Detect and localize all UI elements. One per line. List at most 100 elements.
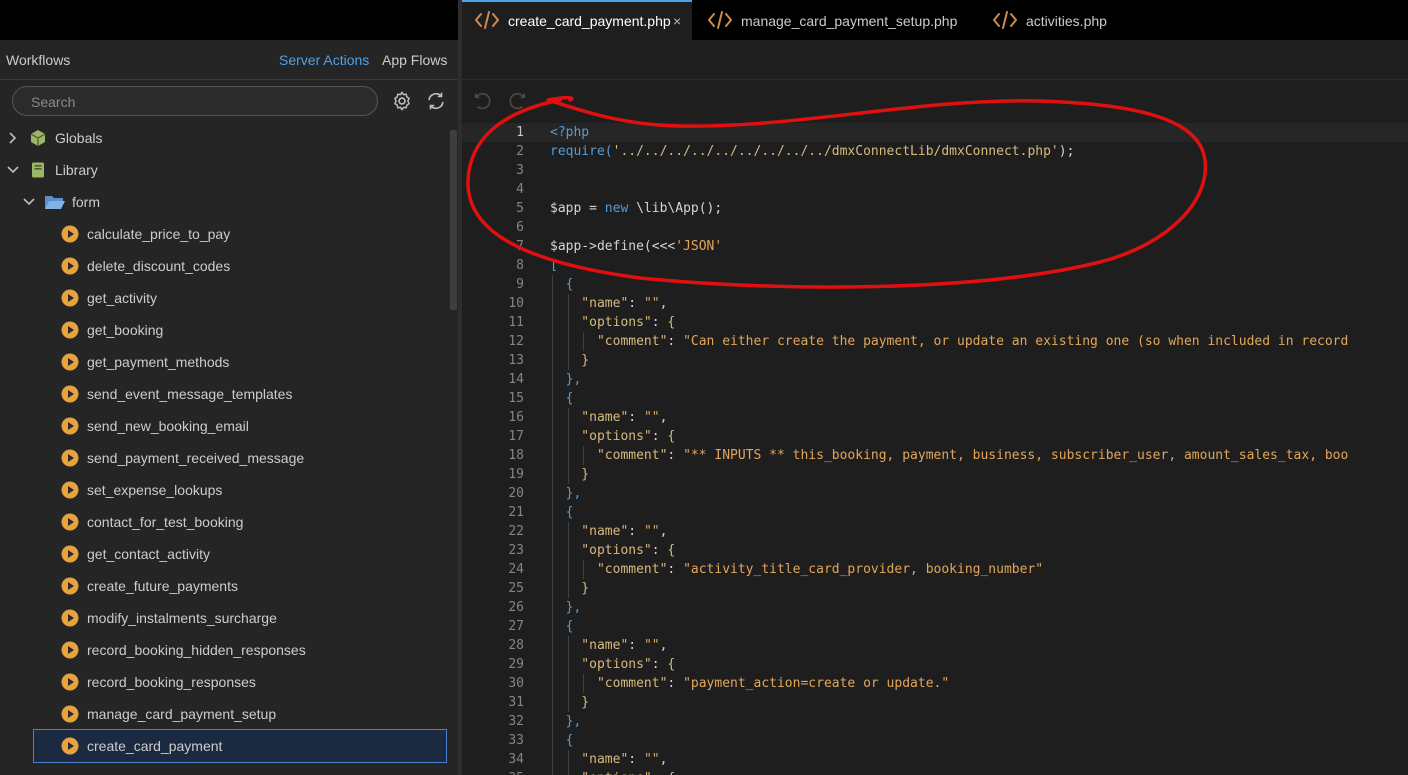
code-line[interactable]: 7 $app->define(<<<'JSON' [462, 237, 1408, 256]
code-line[interactable]: 9 { [462, 275, 1408, 294]
code-line[interactable]: 24 "comment": "activity_title_card_provi… [462, 560, 1408, 579]
tree-item-delete-discount-codes[interactable]: delete_discount_codes [0, 250, 446, 282]
code-token: "name" [550, 638, 629, 653]
tree-item-get-booking[interactable]: get_booking [0, 314, 446, 346]
code-line[interactable]: 6 [462, 218, 1408, 237]
code-token: "" [643, 296, 660, 311]
code-text: [ [550, 258, 558, 273]
code-line[interactable]: 33 { [462, 731, 1408, 750]
code-text: "comment": "payment_action=create or upd… [550, 676, 949, 691]
tree-item-form[interactable]: form [0, 186, 446, 218]
line-number: 6 [516, 220, 524, 235]
tree-item-get-contact-activity[interactable]: get_contact_activity [0, 538, 446, 570]
tree-item-send-event-message-templates[interactable]: send_event_message_templates [0, 378, 446, 410]
code-line[interactable]: 31 } [462, 693, 1408, 712]
code-editor[interactable]: 1 <?php 2 require('../../../../../../../../… [462, 121, 1408, 775]
chevron-down-icon[interactable] [22, 195, 36, 209]
tree-item-record-booking-responses[interactable]: record_booking_responses [0, 666, 446, 698]
code-line[interactable]: 16 "name": "", [462, 408, 1408, 427]
search-input[interactable] [29, 91, 363, 113]
tab-app-flows[interactable]: App Flows [382, 52, 447, 68]
code-line[interactable]: 18 "comment": "** INPUTS ** this_booking… [462, 446, 1408, 465]
code-text: $app = new \lib\App(); [550, 201, 722, 216]
tree-item-get-payment-methods[interactable]: get_payment_methods [0, 346, 446, 378]
tab-activities[interactable]: activities.php [980, 0, 1150, 40]
code-line[interactable]: 27 { [462, 617, 1408, 636]
tree-item-library[interactable]: Library [0, 154, 446, 186]
code-token: } [550, 353, 590, 368]
code-line[interactable]: 3 [462, 161, 1408, 180]
code-line[interactable]: 35 "options": { [462, 769, 1408, 775]
tree-item-label: create_future_payments [87, 578, 238, 594]
tree-scrollbar-thumb[interactable] [450, 130, 457, 310]
code-token: , [659, 410, 668, 425]
tab-label: manage_card_payment_setup.php [741, 13, 958, 29]
tree-item-contact-for-test-booking[interactable]: contact_for_test_booking [0, 506, 446, 538]
code-token: \lib\App(); [628, 201, 723, 216]
tree-item-get-activity[interactable]: get_activity [0, 282, 446, 314]
code-line[interactable]: 23 "options": { [462, 541, 1408, 560]
code-token: { [550, 391, 574, 406]
code-line[interactable]: 10 "name": "", [462, 294, 1408, 313]
code-token: , [659, 524, 668, 539]
code-line[interactable]: 25 } [462, 579, 1408, 598]
code-line[interactable]: 28 "name": "", [462, 636, 1408, 655]
code-line[interactable]: 13 } [462, 351, 1408, 370]
code-line[interactable]: 19 } [462, 465, 1408, 484]
code-token: "name" [550, 410, 629, 425]
code-line[interactable]: 4 [462, 180, 1408, 199]
code-line[interactable]: 20 }, [462, 484, 1408, 503]
tree-item-calculate-price-to-pay[interactable]: calculate_price_to_pay [0, 218, 446, 250]
code-token: }, [550, 486, 582, 501]
undo-icon[interactable] [472, 90, 494, 112]
code-line[interactable]: 11 "options": { [462, 313, 1408, 332]
line-number: 14 [508, 372, 524, 387]
code-line[interactable]: 8[ [462, 256, 1408, 275]
tree-item-globals[interactable]: Globals [0, 122, 446, 154]
line-number: 20 [508, 486, 524, 501]
tree-item-create-card-payment[interactable]: create_card_payment [33, 729, 447, 763]
close-icon[interactable]: × [673, 13, 681, 29]
code-line[interactable]: 32 }, [462, 712, 1408, 731]
code-line[interactable]: 17 "options": { [462, 427, 1408, 446]
tree-item-send-payment-received-message[interactable]: send_payment_received_message [0, 442, 446, 474]
chevron-right-icon[interactable] [6, 131, 20, 145]
tree-item-modify-instalments-surcharge[interactable]: modify_instalments_surcharge [0, 602, 446, 634]
gear-icon[interactable] [391, 90, 413, 112]
tree-item-label: calculate_price_to_pay [87, 226, 231, 242]
play-icon [61, 705, 79, 723]
code-token: "activity_title_card_provider, booking_n… [683, 562, 1044, 577]
code-line[interactable]: 26 }, [462, 598, 1408, 617]
play-icon [61, 417, 79, 435]
code-line[interactable]: 21 { [462, 503, 1408, 522]
code-line[interactable]: 34 "name": "", [462, 750, 1408, 769]
workflows-header: Workflows Server Actions App Flows [0, 40, 458, 80]
tab-create-card-payment[interactable]: create_card_payment.php × [462, 0, 692, 40]
tab-manage-card-payment-setup[interactable]: manage_card_payment_setup.php [695, 0, 967, 40]
tab-server-actions[interactable]: Server Actions [279, 52, 369, 68]
app-window: Workflows Server Actions App Flows Globa… [0, 0, 1408, 775]
redo-icon[interactable] [506, 90, 528, 112]
code-line[interactable]: 5 $app = new \lib\App(); [462, 199, 1408, 218]
chevron-down-icon[interactable] [6, 163, 20, 177]
line-number: 5 [516, 201, 524, 216]
code-line[interactable]: 1 <?php [462, 123, 1408, 142]
code-text: $app->define(<<<'JSON' [550, 239, 722, 254]
tree-item-send-new-booking-email[interactable]: send_new_booking_email [0, 410, 446, 442]
code-line[interactable]: 14 }, [462, 370, 1408, 389]
code-token: }, [550, 600, 582, 615]
tree-item-record-booking-hidden-responses[interactable]: record_booking_hidden_responses [0, 634, 446, 666]
indent-guide [567, 522, 569, 598]
tree-item-manage-card-payment-setup[interactable]: manage_card_payment_setup [0, 698, 446, 730]
code-line[interactable]: 30 "comment": "payment_action=create or … [462, 674, 1408, 693]
refresh-icon[interactable] [425, 90, 447, 112]
code-line[interactable]: 29 "options": { [462, 655, 1408, 674]
code-line[interactable]: 15 { [462, 389, 1408, 408]
tree-item-create-future-payments[interactable]: create_future_payments [0, 570, 446, 602]
tree-item-set-expense-lookups[interactable]: set_expense_lookups [0, 474, 446, 506]
code-line[interactable]: 2 require('../../../../../../../../../dmx… [462, 142, 1408, 161]
tree-item-label: create_card_payment [87, 738, 223, 754]
line-number: 8 [516, 258, 524, 273]
code-line[interactable]: 12 "comment": "Can either create the pay… [462, 332, 1408, 351]
code-line[interactable]: 22 "name": "", [462, 522, 1408, 541]
